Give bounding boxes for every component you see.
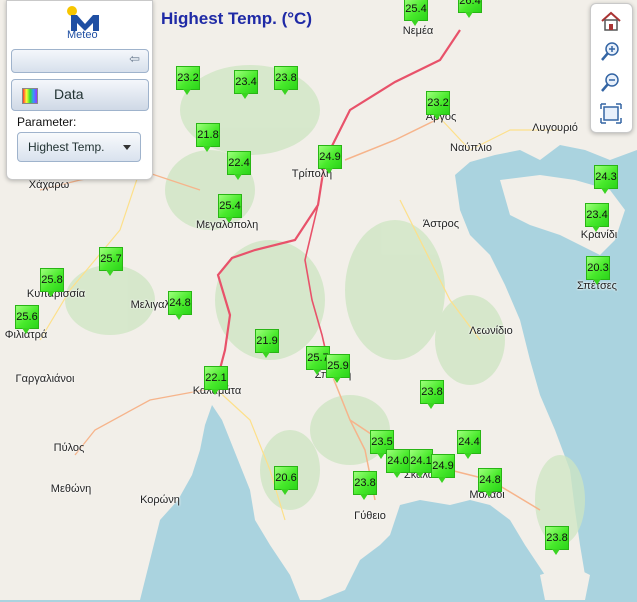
station-marker[interactable]: 25.6 [15, 305, 39, 334]
zoom-out-icon[interactable] [597, 70, 625, 96]
city-label: Λυγουριό [532, 122, 578, 134]
data-button[interactable]: Data [11, 79, 149, 111]
city-label: Γύθειο [354, 510, 386, 522]
station-marker[interactable]: 20.6 [274, 466, 298, 495]
station-marker[interactable]: 24.8 [168, 291, 192, 320]
station-marker[interactable]: 24.9 [318, 145, 342, 174]
palette-icon [22, 88, 38, 104]
parameter-select-value: Highest Temp. [28, 140, 105, 154]
station-marker[interactable]: 22.1 [204, 366, 228, 395]
station-marker[interactable]: 24.1 [409, 449, 433, 478]
station-marker[interactable]: 20.3 [586, 256, 610, 285]
station-marker[interactable]: 24.3 [594, 165, 618, 194]
station-marker[interactable]: 23.2 [176, 66, 200, 95]
data-button-label: Data [54, 86, 84, 102]
station-marker[interactable]: 23.8 [420, 380, 444, 409]
station-marker[interactable]: 21.9 [255, 329, 279, 358]
collapse-panel-button[interactable]: ⇦ [11, 49, 149, 73]
station-marker[interactable]: 21.8 [196, 123, 220, 152]
station-marker[interactable]: 25.4 [218, 194, 242, 223]
parameter-select[interactable]: Highest Temp. [17, 132, 141, 162]
station-marker[interactable]: 26.4 [458, 0, 482, 18]
control-panel: Meteo ⇦ Data Parameter: Highest Temp. [6, 0, 153, 180]
logo-text: Meteo [67, 29, 98, 41]
station-marker[interactable]: 24.8 [478, 468, 502, 497]
chevron-down-icon [123, 145, 131, 150]
city-label: Γαργαλιάνοι [15, 373, 75, 385]
map-title: Highest Temp. (°C) [161, 9, 312, 28]
station-marker[interactable]: 25.8 [40, 268, 64, 297]
station-marker[interactable]: 25.4 [404, 0, 428, 26]
city-label: Νεμέα [402, 25, 434, 37]
city-label: Πύλος [53, 442, 85, 454]
station-marker[interactable]: 24.0 [386, 449, 410, 478]
zoom-in-icon[interactable] [597, 39, 625, 65]
city-label: Λεωνίδιο [469, 325, 513, 337]
city-label: Τρίπολη [291, 168, 333, 180]
station-marker[interactable]: 23.4 [585, 203, 609, 232]
map-toolbar [590, 3, 633, 133]
station-marker[interactable]: 24.4 [457, 430, 481, 459]
station-marker[interactable]: 22.4 [227, 151, 251, 180]
station-marker[interactable]: 25.7 [99, 247, 123, 276]
parameter-label: Parameter: [17, 115, 77, 129]
station-marker[interactable]: 23.4 [234, 70, 258, 99]
arrow-left-icon: ⇦ [129, 52, 140, 67]
city-label: Κορώνη [140, 494, 180, 506]
station-marker[interactable]: 23.8 [545, 526, 569, 555]
station-marker[interactable]: 23.8 [353, 471, 377, 500]
station-marker[interactable]: 23.2 [426, 91, 450, 120]
station-marker[interactable]: 24.9 [431, 454, 455, 483]
home-icon[interactable] [597, 8, 625, 34]
city-label: Ναύπλιο [450, 142, 492, 154]
city-label: Άστρος [422, 218, 460, 230]
city-label: Μεθώνη [50, 483, 92, 495]
station-marker[interactable]: 25.9 [326, 354, 350, 383]
zoom-extent-icon[interactable] [597, 101, 625, 127]
station-marker[interactable]: 23.8 [274, 66, 298, 95]
city-label: Χάχαρω [28, 179, 70, 191]
